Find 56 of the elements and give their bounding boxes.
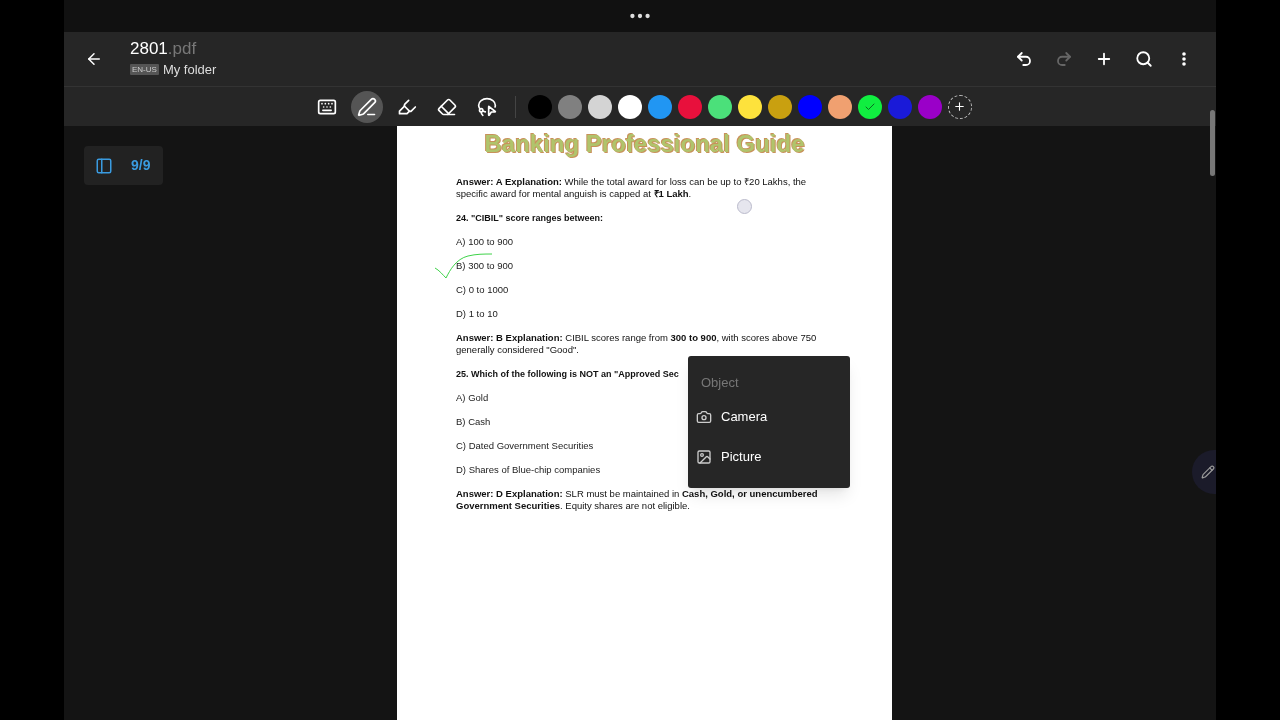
add-icon — [1095, 50, 1113, 68]
document-title: Banking Professional Guide — [483, 129, 806, 159]
option-text: C) Dated Government Securities — [456, 440, 594, 452]
scroll-bar-icon — [1210, 110, 1215, 176]
option-text: B) 300 to 900 — [456, 260, 514, 272]
color-swatch[interactable] — [797, 94, 822, 119]
color-swatch[interactable] — [617, 94, 642, 119]
highlighter-icon — [396, 96, 417, 117]
color-swatch[interactable] — [887, 94, 912, 119]
file-name: 2801.pdf — [130, 38, 198, 59]
menu-title: Object — [700, 374, 740, 392]
answer-explanation: Answer: D Explanation: SLR must be maintained in Cash, Gold, or unencumbered Government Securities. Equity shares are not eligible. — [456, 488, 819, 512]
color-swatch[interactable] — [827, 94, 852, 119]
menu-item[interactable]: Picture — [688, 444, 850, 470]
page-count: 9/9 — [131, 156, 151, 175]
lasso-icon — [476, 96, 497, 117]
check-mark-drawing — [434, 252, 494, 280]
sidebar-icon — [95, 156, 113, 175]
option-text: A) Gold — [456, 392, 489, 404]
color-swatch[interactable] — [917, 94, 942, 119]
color-swatch[interactable] — [647, 94, 672, 119]
color-swatch[interactable] — [857, 94, 882, 119]
answer-explanation: Answer: B Explanation: CIBIL scores range from 300 to 900, with scores above 750 generally considered "Good". — [456, 332, 818, 356]
menu-item[interactable]: Camera — [688, 404, 850, 430]
question-text: 25. Which of the following is NOT an "Approved Sec — [456, 368, 679, 380]
camera-icon — [696, 409, 712, 425]
color-swatch[interactable] — [737, 94, 762, 119]
search-icon — [1135, 50, 1153, 68]
answer-explanation: Answer: A Explanation: While the total award for loss can be up to ₹20 Lakhs, the specific award for mental anguish is capped at ₹1 Lakh. — [456, 176, 808, 200]
color-swatch[interactable] — [677, 94, 702, 119]
undo-icon — [1015, 50, 1033, 68]
search-button[interactable] — [1134, 49, 1154, 69]
eraser-icon — [436, 96, 457, 117]
option-text: C) 0 to 1000 — [456, 284, 509, 296]
pen-button[interactable] — [350, 90, 383, 123]
option-text: D) Shares of Blue-chip companies — [456, 464, 601, 476]
page-indicator[interactable]: 9/9 — [84, 146, 163, 185]
floating-pen-button[interactable] — [1192, 450, 1216, 494]
color-swatch[interactable] — [557, 94, 582, 119]
color-swatch[interactable] — [587, 94, 612, 119]
more-icon — [1182, 52, 1186, 66]
question-text: 24. "CIBIL" score ranges between: — [456, 212, 604, 224]
color-swatch[interactable] — [707, 94, 732, 119]
add-icon — [953, 100, 966, 113]
color-swatch[interactable] — [527, 94, 552, 119]
folder-name: My folder — [162, 60, 217, 79]
option-text: D) 1 to 10 — [456, 308, 498, 320]
undo-button[interactable] — [1014, 49, 1034, 69]
option-text: B) Cash — [456, 416, 491, 428]
option-text: A) 100 to 900 — [456, 236, 514, 248]
language-badge: EN-US — [130, 64, 159, 75]
image-icon — [696, 449, 712, 465]
color-swatch[interactable] — [767, 94, 792, 119]
pen-icon — [356, 96, 377, 117]
redo-icon — [1055, 50, 1073, 68]
pencil-icon — [1201, 465, 1215, 479]
